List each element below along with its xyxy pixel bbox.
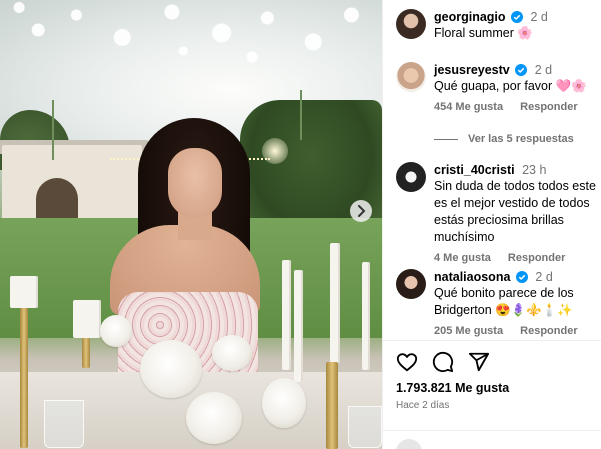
candle: [10, 276, 38, 308]
hanging-vine: [300, 90, 302, 140]
white-rose: [186, 392, 242, 444]
post-timestamp[interactable]: Hace 2 días: [396, 400, 449, 411]
avatar-cristi_40cristi[interactable]: [396, 162, 426, 192]
comment-text: Sin duda de todos todos este es el mejor…: [434, 179, 596, 244]
current-user-avatar: [396, 439, 422, 449]
post-image[interactable]: [0, 0, 382, 449]
comment-username[interactable]: georginagio: [434, 10, 506, 24]
like-button[interactable]: [396, 351, 420, 375]
comment-time[interactable]: 23 h: [522, 163, 546, 177]
comment-likes[interactable]: 454 Me gusta: [434, 101, 503, 113]
gold-candle-holder: [326, 362, 338, 449]
comment-text: Qué bonito parece de los Bridgerton 😍🪻⚜️…: [434, 286, 574, 317]
share-icon: [468, 352, 490, 372]
comment-text: Qué guapa, por favor 🩷🌸: [434, 79, 587, 93]
white-rose: [140, 340, 202, 398]
candle: [330, 243, 340, 363]
wine-glass: [44, 400, 84, 448]
wine-glass: [348, 406, 382, 448]
babys-breath-canopy: [0, 0, 382, 150]
divider-line: [434, 138, 458, 140]
woman-face: [168, 148, 222, 218]
post-action-bar: [383, 340, 601, 380]
white-rose: [100, 315, 132, 347]
white-rose: [212, 335, 252, 371]
comment-username[interactable]: jesusreyestv: [434, 63, 510, 77]
gold-candle-holder: [20, 308, 28, 448]
comment-username[interactable]: nataliaosona: [434, 270, 510, 284]
comment-time[interactable]: 2 d: [531, 10, 548, 24]
candle: [73, 300, 101, 338]
white-rose: [262, 378, 306, 428]
reply-button[interactable]: Responder: [520, 325, 577, 337]
comment-icon: [432, 351, 454, 373]
comment-username[interactable]: cristi_40cristi: [434, 163, 515, 177]
comments-panel: georginagio 2 d Floral summer 🌸 jesusrey…: [382, 0, 601, 449]
reply-button[interactable]: Responder: [508, 252, 565, 264]
comment-time[interactable]: 2 d: [535, 63, 552, 77]
heart-icon: [396, 353, 418, 372]
view-replies-button[interactable]: Ver las 5 respuestas: [434, 133, 574, 145]
avatar-jesusreyestv[interactable]: [396, 62, 426, 92]
house-arch-door: [36, 178, 78, 220]
candle: [362, 262, 370, 370]
likes-total[interactable]: 1.793.821 Me gusta: [396, 381, 509, 395]
verified-badge-icon: [515, 271, 528, 283]
candle: [282, 260, 291, 370]
comment-likes[interactable]: 4 Me gusta: [434, 252, 491, 264]
candle: [294, 270, 303, 382]
avatar-nataliaosona[interactable]: [396, 269, 426, 299]
share-button[interactable]: [468, 351, 492, 375]
next-image-button[interactable]: [350, 200, 372, 222]
verified-badge-icon: [515, 64, 528, 76]
avatar-georginagio[interactable]: [396, 9, 426, 39]
chevron-right-icon: [358, 205, 366, 217]
comment-likes[interactable]: 205 Me gusta: [434, 325, 503, 337]
comment-button[interactable]: [432, 351, 456, 375]
reply-button[interactable]: Responder: [520, 101, 577, 113]
verified-badge-icon: [511, 11, 524, 23]
hanging-vine: [52, 100, 54, 160]
gold-candle-holder: [82, 338, 90, 368]
comment-text: Floral summer 🌸: [434, 26, 533, 40]
comment-time[interactable]: 2 d: [535, 270, 552, 284]
view-replies-label: Ver las 5 respuestas: [468, 133, 574, 145]
add-comment-bar: [383, 430, 601, 449]
